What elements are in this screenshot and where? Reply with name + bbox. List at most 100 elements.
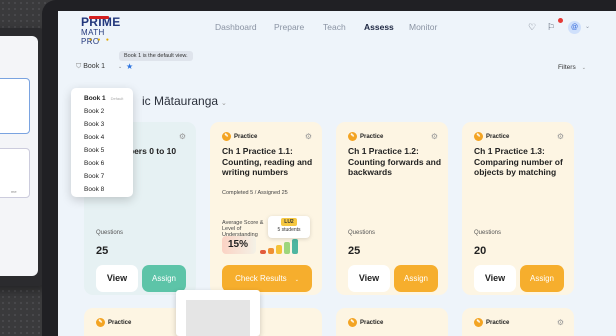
settings-icon[interactable]: ⚙ — [305, 132, 312, 141]
logo-badge — [89, 16, 109, 19]
practice-tag: ✎ Practice — [96, 318, 131, 327]
questions-label: Questions — [474, 230, 502, 236]
practice-tag: ✎ Practice — [474, 318, 509, 327]
card-title: Ch 1 Practice 1.1: Counting, reading and… — [222, 146, 313, 177]
view-button[interactable]: View — [474, 265, 516, 292]
chevron-down-icon: ⌄ — [294, 277, 299, 283]
book-dropdown[interactable]: Book 1 Default Book 2 Book 3 Book 4 Book … — [71, 88, 133, 197]
practice-tag: ✎ Practice — [222, 132, 257, 141]
card-title: Ch 1 Practice 1.2: Counting forwards and… — [348, 146, 442, 177]
book-label: Book 1 — [84, 95, 106, 102]
heart-icon[interactable]: ♡ — [528, 22, 536, 33]
dropdown-item-book-7[interactable]: Book 7 — [71, 170, 133, 183]
book-selector[interactable]: ⛉ Book 1 ⌄ ★ — [76, 62, 133, 71]
lu-bar — [284, 242, 290, 254]
card-title: Ch 1 Practice 1.3: Comparing number of o… — [474, 146, 563, 177]
tablet-card-selected — [0, 78, 30, 134]
section-heading: ic Mātauranga ⌄ — [142, 94, 227, 108]
tag-label: Practice — [486, 320, 510, 327]
chevron-down-icon: ⌄ — [581, 65, 586, 71]
lu-bar — [292, 239, 298, 254]
practice-tag: ✎ Practice — [348, 132, 383, 141]
view-button[interactable]: View — [96, 265, 138, 292]
avatar[interactable]: @ — [568, 21, 581, 34]
floating-preview — [176, 290, 260, 336]
book-selected-label: Book 1 — [83, 63, 106, 70]
completion-status: Completed 5 / Assigned 25 — [222, 190, 288, 196]
tag-label: Practice — [486, 134, 510, 141]
chevron-down-icon: ⌄ — [118, 64, 123, 70]
assign-button[interactable]: Assign — [520, 265, 564, 292]
tablet-card: me — [0, 148, 30, 198]
questions-count: 25 — [96, 245, 109, 257]
practice-card[interactable]: ✎ Practice ⚙ Ch 1 Practice 1.3: Comparing… — [462, 122, 574, 295]
filters-label: Filters — [558, 64, 576, 71]
tablet-card-caption: me — [11, 189, 17, 194]
dropdown-item-book-6[interactable]: Book 6 — [71, 157, 133, 170]
practice-icon: ✎ — [222, 132, 231, 141]
nav-prepare[interactable]: Prepare — [274, 22, 304, 32]
dropdown-item-book-4[interactable]: Book 4 — [71, 131, 133, 144]
lu-level: LU2 — [281, 218, 297, 226]
lu-tooltip: LU2 5 students — [268, 216, 310, 238]
questions-label: Questions — [96, 230, 124, 236]
app-screen: PRIME MATH PRO ● ● ● Dashboard Prepare T… — [58, 11, 616, 336]
questions-count: 25 — [348, 245, 361, 257]
practice-tag: ✎ Practice — [348, 318, 383, 327]
settings-icon[interactable]: ⚙ — [179, 132, 186, 141]
check-results-label: Check Results — [235, 274, 287, 283]
lu-students: 5 students — [277, 227, 301, 233]
settings-icon[interactable]: ⚙ — [557, 318, 564, 327]
practice-tag: ✎ Practice — [474, 132, 509, 141]
check-results-button[interactable]: Check Results ⌄ — [222, 265, 312, 292]
book-icon: ⛉ — [76, 63, 82, 70]
practice-icon: ✎ — [474, 132, 483, 141]
tag-label: Practice — [360, 320, 384, 327]
nav-dashboard[interactable]: Dashboard — [215, 22, 257, 32]
section-title: ic Mātauranga — [142, 94, 219, 108]
assign-button[interactable]: Assign — [394, 265, 438, 292]
practice-icon: ✎ — [96, 318, 105, 327]
practice-card[interactable]: ✎ Practice ⚙ Ch 1 Practice 1.1: Counting,… — [210, 122, 322, 295]
lu-bar — [260, 250, 266, 254]
prime-math-logo[interactable]: PRIME MATH PRO ● ● ● — [81, 16, 125, 46]
settings-icon[interactable]: ⚙ — [557, 132, 564, 141]
logo-dots: ● ● ● — [89, 37, 111, 43]
practice-icon: ✎ — [348, 132, 357, 141]
lu-bar — [276, 245, 282, 254]
nav-assess[interactable]: Assess — [364, 22, 394, 32]
nav-teach[interactable]: Teach — [323, 22, 346, 32]
settings-icon[interactable]: ⚙ — [431, 132, 438, 141]
dropdown-item-book-3[interactable]: Book 3 — [71, 118, 133, 131]
tag-label: Practice — [360, 134, 384, 141]
filters-button[interactable]: Filters ⌄ — [558, 64, 586, 71]
lu-bar — [268, 248, 274, 254]
questions-count: 20 — [474, 245, 487, 257]
star-icon[interactable]: ★ — [126, 62, 133, 71]
default-badge: Default — [110, 96, 124, 101]
tag-label: Practice — [234, 134, 258, 141]
dropdown-item-book-1[interactable]: Book 1 Default — [71, 92, 133, 105]
notification-dot — [558, 18, 563, 23]
chevron-down-icon[interactable]: ⌄ — [221, 100, 227, 107]
average-score: 15% — [222, 236, 256, 254]
tag-label: Practice — [108, 320, 132, 327]
nav-monitor[interactable]: Monitor — [409, 22, 437, 32]
preview-image — [186, 300, 250, 336]
practice-card[interactable]: ✎ Practice — [336, 308, 448, 336]
practice-icon: ✎ — [348, 318, 357, 327]
dropdown-item-book-8[interactable]: Book 8 — [71, 183, 133, 196]
dropdown-item-book-5[interactable]: Book 5 — [71, 144, 133, 157]
questions-label: Questions — [348, 230, 376, 236]
practice-card[interactable]: ✎ Practice ⚙ Ch 1 Practice 1.2: Counting … — [336, 122, 448, 295]
assign-button[interactable]: Assign — [142, 265, 186, 292]
dropdown-item-book-2[interactable]: Book 2 — [71, 105, 133, 118]
bell-icon[interactable]: ⚐ — [547, 22, 555, 33]
practice-icon: ✎ — [474, 318, 483, 327]
chevron-down-icon[interactable]: ⌄ — [585, 23, 590, 30]
top-nav: PRIME MATH PRO ● ● ● Dashboard Prepare T… — [58, 11, 616, 46]
view-button[interactable]: View — [348, 265, 390, 292]
default-view-tooltip: Book 1 is the default view. — [119, 51, 193, 61]
tablet-screen: me — [0, 36, 38, 276]
practice-card[interactable]: ✎Practice ⚙ — [462, 308, 574, 336]
